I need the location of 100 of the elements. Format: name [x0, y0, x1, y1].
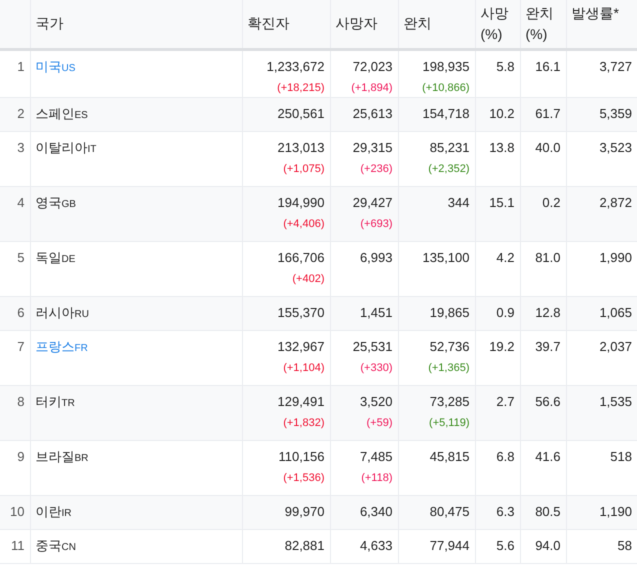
number-text: 0.2: [542, 194, 560, 212]
country-link[interactable]: 미국US: [36, 58, 76, 74]
change-text: (+402): [292, 272, 324, 286]
change-text: (+18,215): [277, 80, 324, 96]
column-header: 완치: [404, 15, 432, 31]
number-text: 29,427: [352, 194, 392, 212]
number-text: 4,633: [360, 536, 392, 554]
number-text: 1,233,672: [266, 58, 324, 76]
number-text: 82,881: [284, 536, 324, 554]
country-name: 터키TR: [36, 394, 75, 408]
number-text: 5.6: [496, 536, 514, 554]
change-text: (+1,894): [351, 80, 392, 96]
rank-text: 11: [11, 538, 24, 552]
number-text: 56.6: [535, 392, 560, 410]
number-text: 213,013: [278, 138, 324, 156]
rank-text: 5: [17, 250, 24, 264]
change-text: (+236): [360, 162, 392, 176]
number-text: 4.2: [496, 248, 514, 266]
number-text: 13.8: [489, 138, 514, 156]
number-text: 85,231: [430, 138, 470, 156]
number-text: 2,037: [599, 338, 632, 356]
country-name: 브라질BR: [36, 448, 88, 464]
number-text: 5.8: [496, 58, 514, 76]
number-text: 154,718: [422, 104, 470, 122]
number-text: 81.0: [535, 248, 560, 266]
rank-text: 4: [17, 194, 24, 210]
change-text: (+1,075): [283, 162, 324, 176]
rank-text: 7: [17, 338, 24, 354]
number-text: 41.6: [535, 448, 560, 466]
number-text: 1,451: [360, 304, 392, 322]
number-text: 518: [610, 448, 632, 466]
number-text: 7,485: [360, 448, 392, 466]
number-text: 1,990: [599, 248, 632, 266]
number-text: 58: [618, 536, 632, 554]
number-text: 10.2: [489, 104, 514, 122]
change-text: (+330): [360, 360, 392, 376]
number-text: 135,100: [422, 248, 470, 266]
number-text: 166,706: [278, 248, 324, 266]
number-text: 3,523: [599, 138, 632, 156]
country-name: 스페인ES: [36, 106, 88, 120]
number-text: 110,156: [278, 448, 324, 466]
change-text: (+4,406): [283, 216, 324, 232]
number-text: 1,535: [599, 392, 632, 410]
rank-text: 3: [17, 140, 24, 154]
change-text: (+693): [360, 216, 392, 232]
number-text: 198,935: [422, 58, 470, 76]
number-text: 2,872: [599, 194, 632, 212]
number-text: 99,970: [284, 502, 324, 520]
number-text: 6.3: [496, 502, 514, 520]
number-text: 6,340: [360, 502, 392, 520]
number-text: 39.7: [535, 338, 560, 356]
number-text: 25,531: [352, 338, 392, 356]
number-text: 80,475: [430, 502, 470, 520]
number-text: 129,491: [278, 392, 324, 410]
country-name: 중국CN: [36, 538, 76, 552]
number-text: 77,944: [430, 536, 470, 554]
column-header: 확진자: [248, 15, 290, 31]
number-text: 250,561: [278, 104, 324, 122]
number-text: 132,967: [278, 338, 324, 356]
number-text: 12.8: [535, 304, 560, 322]
number-text: 80.5: [535, 502, 560, 520]
rank-text: 9: [17, 448, 24, 464]
number-text: 344: [448, 194, 470, 212]
rank-text: 2: [17, 106, 24, 120]
number-text: 6.8: [496, 448, 514, 466]
column-header: 완치 (%): [526, 5, 554, 42]
country-name: 러시아RU: [36, 304, 89, 320]
number-text: 25,613: [352, 104, 392, 122]
change-text: (+2,352): [428, 162, 470, 176]
rank-text: 1: [17, 58, 24, 74]
number-text: 15.1: [489, 194, 514, 212]
change-text: (+1,365): [428, 360, 470, 376]
change-text: (+10,866): [422, 80, 470, 96]
rank-text: 10: [10, 504, 24, 518]
country-name: 영국GB: [36, 194, 76, 210]
number-text: 3,520: [360, 392, 392, 410]
rank-text: 8: [17, 394, 24, 408]
number-text: 19,865: [430, 304, 470, 322]
change-text: (+59): [366, 416, 392, 430]
change-text: (+1,536): [283, 470, 324, 486]
number-text: 73,285: [430, 392, 470, 410]
number-text: 194,990: [278, 194, 324, 212]
number-text: 72,023: [352, 58, 392, 76]
number-text: 1,065: [599, 304, 632, 322]
column-header: 발생률*: [572, 5, 619, 21]
change-text: (+1,832): [283, 416, 324, 430]
number-text: 1,190: [599, 502, 632, 520]
country-name: 이란IR: [36, 504, 72, 518]
number-text: 0.9: [496, 304, 514, 322]
column-header: 국가: [36, 15, 64, 31]
number-text: 45,815: [430, 448, 470, 466]
number-text: 3,727: [599, 58, 632, 76]
country-name: 이탈리아IT: [36, 140, 96, 154]
number-text: 5,359: [599, 104, 632, 122]
number-text: 29,315: [352, 138, 392, 156]
number-text: 94.0: [535, 536, 560, 554]
number-text: 61.7: [535, 104, 560, 122]
column-header: 사망 (%): [480, 5, 508, 42]
country-link[interactable]: 프랑스FR: [36, 338, 88, 354]
column-header: 사망자: [336, 15, 378, 31]
